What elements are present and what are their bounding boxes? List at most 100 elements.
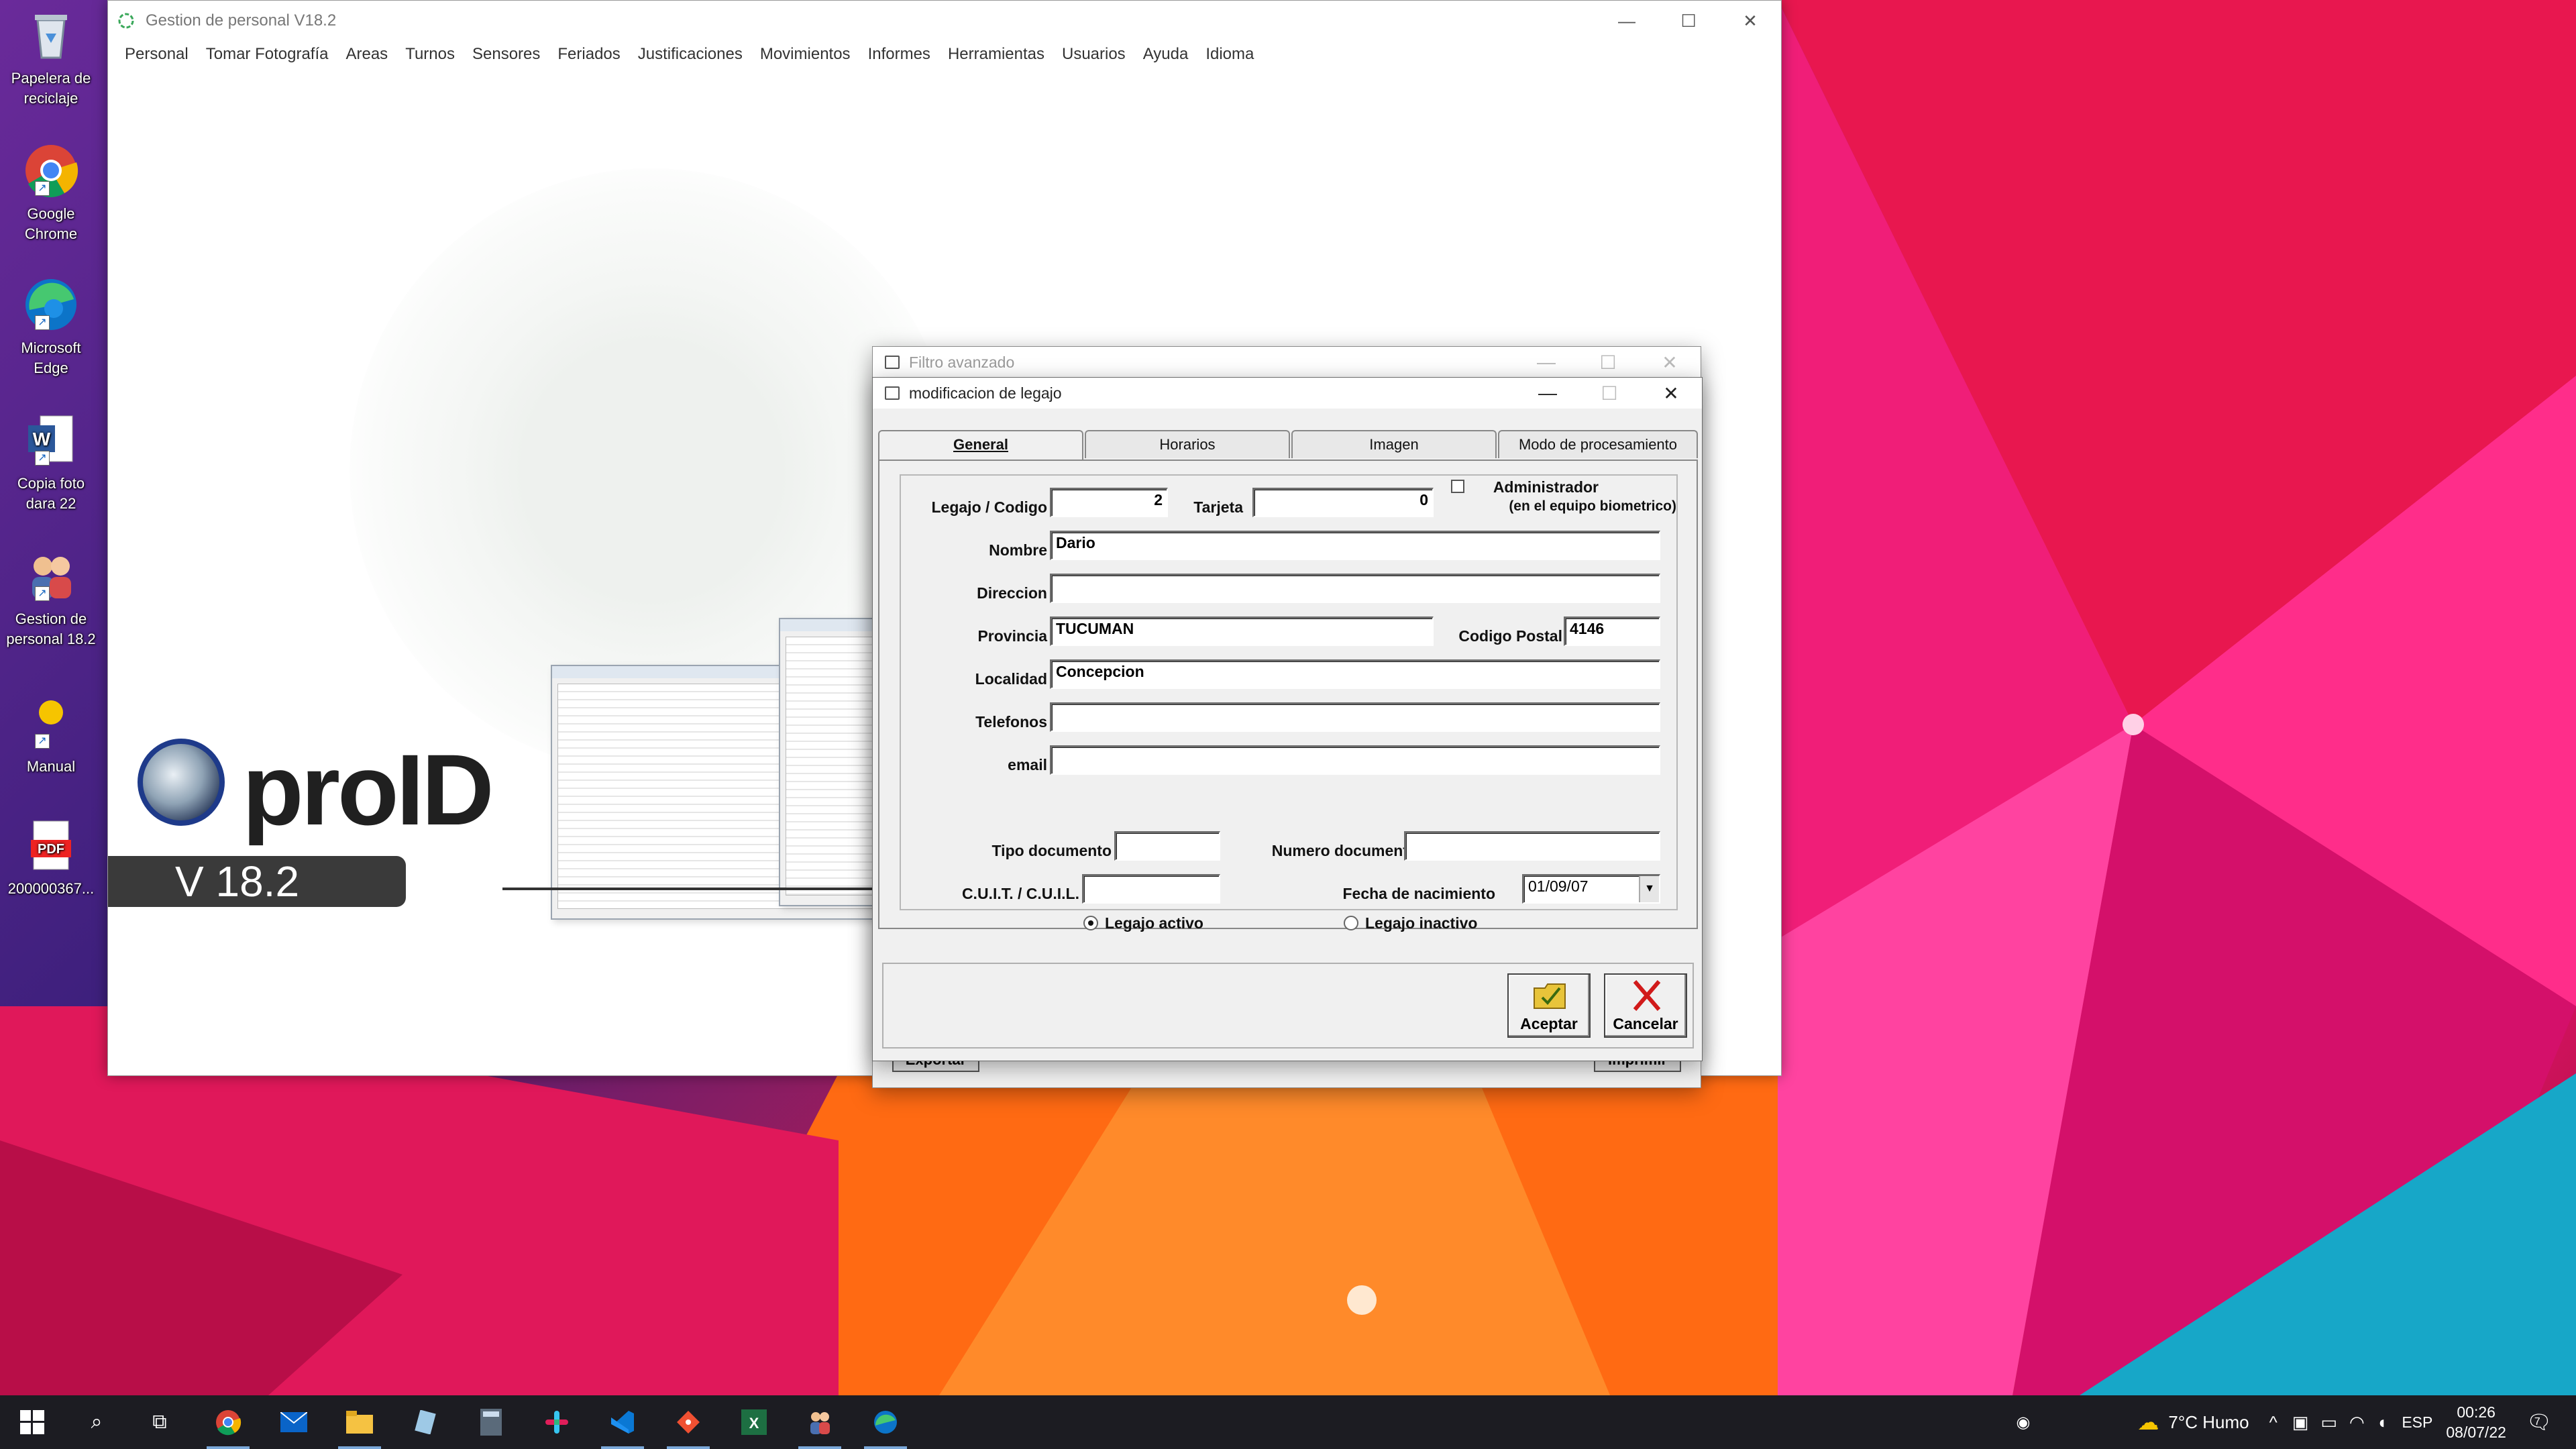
- shortcut-arrow-icon: ↗: [35, 315, 50, 330]
- minimize-button[interactable]: —: [1515, 352, 1577, 373]
- taskbar-gestion-personal-icon[interactable]: [798, 1406, 841, 1449]
- taskbar-slack-icon[interactable]: [541, 1406, 573, 1438]
- fecha-nacimiento-picker[interactable]: 01/09/07 ▼: [1522, 874, 1660, 904]
- close-button[interactable]: ✕: [1719, 1, 1781, 41]
- email-field[interactable]: [1050, 745, 1660, 775]
- taskbar-git-icon[interactable]: [667, 1406, 710, 1449]
- direccion-field[interactable]: [1050, 574, 1660, 603]
- svg-text:W: W: [33, 429, 51, 449]
- desktop-icon-gestion[interactable]: ↗ Gestion de personal 18.2: [4, 547, 98, 649]
- taskbar-notepad-icon[interactable]: [409, 1406, 441, 1438]
- windows-logo-icon: [20, 1410, 44, 1434]
- tarjeta-field[interactable]: 0: [1252, 488, 1434, 517]
- desktop-icon-label: Manual: [26, 758, 76, 775]
- shortcut-arrow-icon: ↗: [35, 586, 50, 601]
- menu-ayuda[interactable]: Ayuda: [1134, 45, 1197, 64]
- tarjeta-label: Tarjeta: [1193, 498, 1243, 516]
- telefonos-label: Telefonos: [975, 713, 1047, 731]
- main-titlebar[interactable]: Gestion de personal V18.2 — ☐ ✕: [108, 1, 1781, 41]
- desktop-icon-chrome[interactable]: ↗ Google Chrome: [4, 142, 98, 244]
- language-indicator[interactable]: ESP: [2402, 1413, 2432, 1432]
- cancelar-button[interactable]: Cancelar: [1604, 973, 1687, 1038]
- start-button[interactable]: [16, 1406, 48, 1438]
- codigo-postal-field[interactable]: 4146: [1564, 616, 1660, 646]
- legajo-inactivo-radio[interactable]: [1344, 916, 1358, 930]
- cuit-label: C.U.I.T. / C.U.I.L.: [961, 885, 1079, 902]
- legajo-activo-radio[interactable]: [1083, 916, 1098, 930]
- chrome-icon: ↗: [23, 142, 79, 199]
- menu-personal[interactable]: Personal: [116, 45, 197, 64]
- taskbar-chrome-icon[interactable]: [207, 1406, 250, 1449]
- close-button[interactable]: ✕: [1640, 382, 1702, 405]
- menu-tomar-fotografia[interactable]: Tomar Fotografía: [197, 45, 337, 64]
- menu-idioma[interactable]: Idioma: [1197, 45, 1263, 64]
- menu-informes[interactable]: Informes: [859, 45, 939, 64]
- taskbar-explorer-icon[interactable]: [338, 1406, 381, 1449]
- logo-text: proID: [242, 733, 494, 846]
- clock[interactable]: 00:26 08/07/22: [2446, 1402, 2506, 1442]
- tab-horarios[interactable]: Horarios: [1085, 430, 1290, 458]
- desktop-icon-recycle-bin[interactable]: Papelera de reciclaje: [4, 7, 98, 109]
- minimize-button[interactable]: —: [1517, 382, 1578, 404]
- weather-text[interactable]: 7°C Humo: [2168, 1412, 2249, 1433]
- tab-strip: General Horarios Imagen Modo de procesam…: [878, 430, 1698, 461]
- filtro-titlebar[interactable]: Filtro avanzado — ☐ ✕: [873, 347, 1701, 378]
- modificacion-legajo-dialog[interactable]: modificacion de legajo — ☐ ✕ General Hor…: [872, 377, 1703, 1061]
- recycle-bin-icon: [23, 7, 79, 63]
- desktop-icon-edge[interactable]: ↗ Microsoft Edge: [4, 276, 98, 378]
- legajo-title: modificacion de legajo: [909, 384, 1062, 402]
- maximize-button[interactable]: ☐: [1577, 352, 1639, 374]
- tab-imagen[interactable]: Imagen: [1291, 430, 1497, 458]
- telefonos-field[interactable]: [1050, 702, 1660, 732]
- edge-icon: ↗: [23, 276, 79, 333]
- nombre-field[interactable]: Dario: [1050, 531, 1660, 560]
- tray-app-icon[interactable]: ◉: [2016, 1413, 2030, 1432]
- numero-documento-field[interactable]: [1404, 831, 1660, 861]
- maximize-button[interactable]: ☐: [1658, 1, 1719, 41]
- tipo-documento-field[interactable]: [1114, 831, 1220, 861]
- menu-feriados[interactable]: Feriados: [549, 45, 629, 64]
- taskbar-vscode-icon[interactable]: [601, 1406, 644, 1449]
- search-icon[interactable]: ⌕: [80, 1406, 113, 1438]
- minimize-button[interactable]: —: [1596, 1, 1658, 41]
- taskbar-mail-icon[interactable]: [278, 1406, 310, 1438]
- chevron-down-icon[interactable]: ▼: [1639, 876, 1659, 902]
- provincia-field[interactable]: TUCUMAN: [1050, 616, 1434, 646]
- email-label: email: [1008, 756, 1047, 773]
- tab-modo-procesamiento[interactable]: Modo de procesamiento: [1498, 430, 1698, 458]
- menu-sensores[interactable]: Sensores: [464, 45, 549, 64]
- menu-movimientos[interactable]: Movimientos: [751, 45, 859, 64]
- legajo-titlebar[interactable]: modificacion de legajo — ☐ ✕: [873, 378, 1702, 409]
- menu-areas[interactable]: Areas: [337, 45, 396, 64]
- tipo-documento-label: Tipo documento: [991, 842, 1112, 859]
- taskbar-edge-icon[interactable]: [864, 1406, 907, 1449]
- desktop-icon-label: Microsoft Edge: [21, 339, 81, 376]
- task-view-icon[interactable]: ⧉: [144, 1406, 176, 1438]
- desktop-icon-label: Copia foto dara 22: [17, 475, 85, 512]
- clock-date: 08/07/22: [2446, 1424, 2506, 1441]
- menu-justificaciones[interactable]: Justificaciones: [629, 45, 751, 64]
- menu-turnos[interactable]: Turnos: [396, 45, 464, 64]
- chevron-up-icon[interactable]: ^: [2269, 1412, 2277, 1433]
- tab-general[interactable]: General: [878, 430, 1083, 461]
- aceptar-button[interactable]: Aceptar: [1507, 973, 1591, 1038]
- battery-icon[interactable]: ▭: [2320, 1412, 2337, 1433]
- menu-usuarios[interactable]: Usuarios: [1053, 45, 1134, 64]
- network-icon[interactable]: ▣: [2292, 1412, 2309, 1433]
- desktop-icon-word-doc[interactable]: W ↗ Copia foto dara 22: [4, 412, 98, 514]
- wifi-icon[interactable]: ◠: [2349, 1412, 2365, 1433]
- menu-herramientas[interactable]: Herramientas: [939, 45, 1053, 64]
- cuit-field[interactable]: [1082, 874, 1220, 904]
- taskbar-excel-icon[interactable]: X: [738, 1406, 770, 1438]
- taskbar-calculator-icon[interactable]: [475, 1406, 507, 1438]
- volume-icon[interactable]: ◖: [2377, 1412, 2387, 1433]
- localidad-field[interactable]: Concepcion: [1050, 659, 1660, 689]
- nombre-label: Nombre: [989, 541, 1047, 559]
- weather-icon[interactable]: ☁: [2137, 1409, 2159, 1435]
- desktop-icon-pdf[interactable]: PDF 200000367...: [4, 817, 98, 899]
- close-button[interactable]: ✕: [1639, 352, 1701, 374]
- shortcut-arrow-icon: ↗: [35, 451, 50, 466]
- desktop-icon-manual[interactable]: ↗ Manual: [4, 695, 98, 777]
- legajo-field[interactable]: 2: [1050, 488, 1168, 517]
- notification-icon[interactable]: 🗨 7: [2526, 1411, 2552, 1434]
